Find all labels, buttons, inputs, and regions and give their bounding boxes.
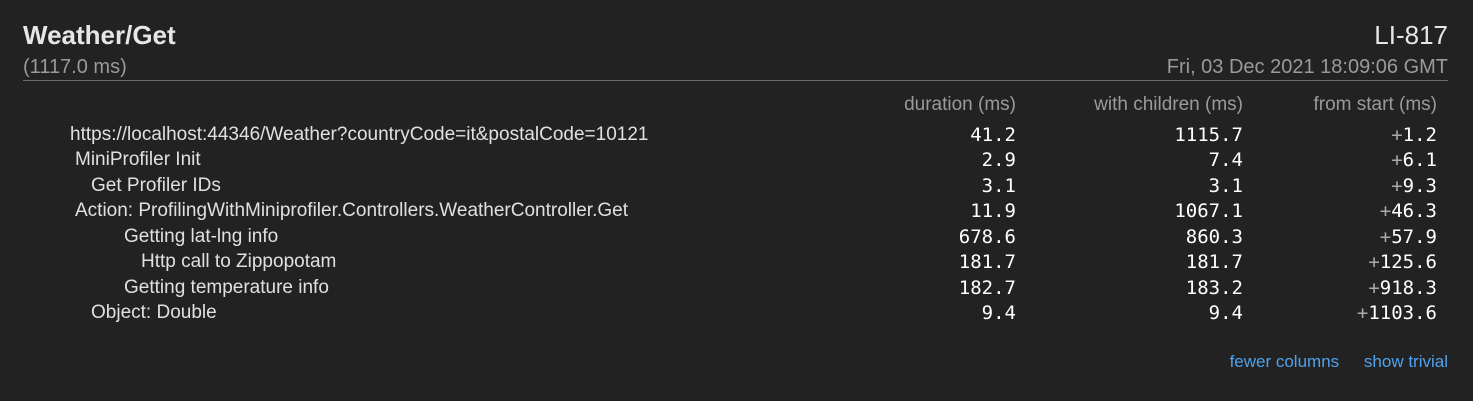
from-start-value: 918.3 <box>1379 276 1437 299</box>
timing-label: Get Profiler IDs <box>91 174 221 196</box>
timing-label: https://localhost:44346/Weather?countryC… <box>70 123 649 145</box>
from-start-value: 9.3 <box>1402 174 1437 197</box>
timing-row[interactable]: https://localhost:44346/Weather?countryC… <box>70 122 1437 148</box>
plus-sign: + <box>1368 251 1380 274</box>
timing-row[interactable]: Getting temperature info 182.7 183.2 +918.3 <box>70 275 1437 301</box>
timing-duration: 2.9 <box>981 149 1016 172</box>
label-column-header <box>70 94 900 122</box>
plus-sign: + <box>1356 302 1369 325</box>
timing-from-start: +125.6 <box>1243 250 1437 276</box>
timing-with-children: 181.7 <box>1185 251 1243 274</box>
timing-row[interactable]: Action: ProfilingWithMiniprofiler.Contro… <box>70 199 1437 225</box>
timing-row[interactable]: Http call to Zippopotam 181.7 181.7 +125.6 <box>70 250 1437 276</box>
timing-from-start: +9.3 <box>1243 173 1437 199</box>
from-start-value: 57.9 <box>1391 225 1437 248</box>
from-start-value: 1.2 <box>1402 123 1437 146</box>
from-start-value: 1103.6 <box>1368 302 1437 325</box>
timing-duration: 181.7 <box>958 251 1016 274</box>
timing-with-children: 3.1 <box>1208 174 1243 197</box>
timing-row[interactable]: MiniProfiler Init 2.9 7.4 +6.1 <box>70 148 1437 174</box>
request-timestamp: Fri, 03 Dec 2021 18:09:06 GMT <box>1166 56 1448 78</box>
total-duration: (1117.0 ms) <box>23 56 127 78</box>
with-children-column-header: with children (ms) <box>1094 94 1243 115</box>
machine-name: LI-817 <box>1374 20 1448 50</box>
timing-duration: 41.2 <box>970 123 1016 146</box>
request-title: Weather/Get <box>23 20 176 50</box>
plus-sign: + <box>1368 276 1380 299</box>
timing-from-start: +57.9 <box>1243 224 1437 250</box>
timing-with-children: 9.4 <box>1208 302 1243 325</box>
timing-duration: 678.6 <box>958 225 1016 248</box>
timing-duration: 3.1 <box>981 174 1016 197</box>
plus-sign: + <box>1391 149 1403 172</box>
duration-column-header: duration (ms) <box>904 94 1016 115</box>
timing-from-start: +1103.6 <box>1243 301 1437 327</box>
fewer-columns-link[interactable]: fewer columns <box>1230 352 1340 371</box>
timing-duration: 182.7 <box>958 276 1016 299</box>
plus-sign: + <box>1391 174 1403 197</box>
from-start-column-header: from start (ms) <box>1313 94 1438 115</box>
footer-links: fewer columns show trivial <box>1210 352 1448 372</box>
plus-sign: + <box>1379 225 1392 248</box>
timing-from-start: +6.1 <box>1243 148 1437 174</box>
timing-with-children: 1115.7 <box>1174 123 1243 146</box>
plus-sign: + <box>1391 123 1403 146</box>
timing-from-start: +1.2 <box>1243 122 1437 148</box>
from-start-value: 6.1 <box>1402 149 1437 172</box>
timing-row[interactable]: Get Profiler IDs 3.1 3.1 +9.3 <box>70 173 1437 199</box>
profiler-header: Weather/Get (1117.0 ms) LI-817 Fri, 03 D… <box>23 20 1448 81</box>
plus-sign: + <box>1379 200 1392 223</box>
timing-label: Object: Double <box>91 302 217 324</box>
from-start-value: 125.6 <box>1379 251 1437 274</box>
timing-with-children: 7.4 <box>1208 149 1243 172</box>
timing-duration: 11.9 <box>970 200 1016 223</box>
timing-row[interactable]: Object: Double 9.4 9.4 +1103.6 <box>70 301 1437 327</box>
timing-row[interactable]: Getting lat-lng info 678.6 860.3 +57.9 <box>70 224 1437 250</box>
timing-label: Getting lat-lng info <box>124 225 279 247</box>
profiler-panel: Weather/Get (1117.0 ms) LI-817 Fri, 03 D… <box>0 0 1473 401</box>
timing-from-start: +918.3 <box>1243 275 1437 301</box>
timing-label: Http call to Zippopotam <box>141 251 337 273</box>
timing-duration: 9.4 <box>981 302 1016 325</box>
timing-from-start: +46.3 <box>1243 199 1437 225</box>
timings-table: duration (ms) with children (ms) from st… <box>70 94 1437 326</box>
timing-label: MiniProfiler Init <box>75 149 201 171</box>
timing-label: Action: ProfilingWithMiniprofiler.Contro… <box>75 200 628 222</box>
timing-with-children: 1067.1 <box>1174 200 1243 223</box>
from-start-value: 46.3 <box>1391 200 1437 223</box>
timing-with-children: 183.2 <box>1185 276 1243 299</box>
timing-with-children: 860.3 <box>1185 225 1243 248</box>
show-trivial-link[interactable]: show trivial <box>1364 352 1448 371</box>
timing-label: Getting temperature info <box>124 276 329 298</box>
timings-header-row: duration (ms) with children (ms) from st… <box>70 94 1437 122</box>
timings-body: https://localhost:44346/Weather?countryC… <box>70 122 1437 326</box>
